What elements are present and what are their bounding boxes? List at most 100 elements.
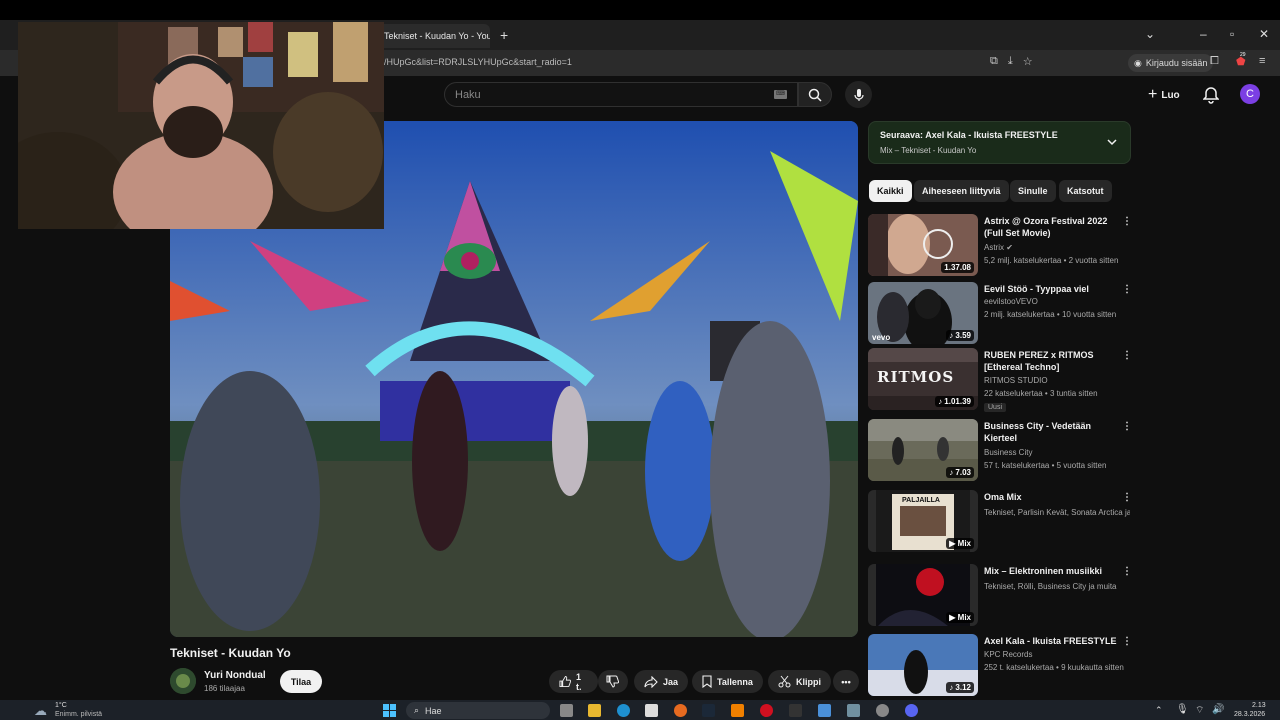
up-next-card[interactable]: Seuraava: Axel Kala - Ikuista FREESTYLE … xyxy=(868,121,1131,164)
steam-icon[interactable] xyxy=(702,704,715,717)
search-input[interactable]: Haku ⌨ xyxy=(444,82,798,107)
clip-button[interactable]: Klippi xyxy=(768,670,831,693)
weather-temperature: 1°C xyxy=(55,702,67,709)
search-button[interactable] xyxy=(798,82,832,107)
clock-date[interactable]: 28.3.2026 xyxy=(1234,711,1265,718)
minimize-icon[interactable]: – xyxy=(1200,27,1207,41)
url-text[interactable]: /HUpGc&list=RDRJLSLYHUpGc&start_radio=1 xyxy=(384,57,572,67)
keyboard-icon[interactable]: ⌨ xyxy=(774,90,787,99)
recommendation-channel: Tekniset, Rölli, Business City ja muita xyxy=(984,582,1117,591)
more-vertical-icon[interactable]: ⋮ xyxy=(1122,566,1132,577)
browser-tab[interactable]: Tekniset - Kuudan Yo - You ✕ xyxy=(378,24,490,48)
store-icon[interactable] xyxy=(645,704,658,717)
download-icon[interactable]: ⤓ xyxy=(1008,55,1013,68)
like-count: 1 t. xyxy=(576,671,582,692)
browser-menu-icon[interactable]: ≡ xyxy=(1259,55,1265,67)
chip-related[interactable]: Aiheeseen liittyviä xyxy=(914,180,1009,202)
verified-icon: ✔ xyxy=(1006,243,1013,252)
list-item[interactable]: ▶ Mix Mix – Elektroninen musiikki Teknis… xyxy=(868,564,1132,628)
recommendation-meta: 57 t. katselukertaa • 5 vuotta sitten xyxy=(984,461,1107,470)
weather-description: Enimm. pilvistä xyxy=(55,711,103,718)
video-thumbnail[interactable]: 1.37.08 xyxy=(868,214,978,276)
list-item[interactable]: ♪ 3.12 Axel Kala - Ikuista FREESTYLE KPC… xyxy=(868,634,1132,696)
vlc-icon[interactable] xyxy=(731,704,744,717)
video-thumbnail[interactable]: ♪ 7.03 xyxy=(868,419,978,481)
microphone-icon xyxy=(853,88,864,101)
tray-chevron-icon[interactable]: ⌃ xyxy=(1155,705,1163,716)
weather-cloud-icon[interactable]: ☁ xyxy=(34,703,47,719)
plus-icon: + xyxy=(1148,86,1158,103)
recommendation-title: Astrix @ Ozora Festival 2022 (Full Set M… xyxy=(984,216,1108,238)
clock-time[interactable]: 2.13 xyxy=(1252,702,1266,709)
create-button[interactable]: + Luo xyxy=(1148,83,1180,107)
network-icon[interactable]: ⌔ xyxy=(1195,704,1204,717)
ritmos-logo: RITMOS xyxy=(877,368,955,386)
list-item[interactable]: ♪ 7.03 Business City - Vedetään Kierteel… xyxy=(868,419,1132,483)
more-vertical-icon[interactable]: ⋮ xyxy=(1122,636,1132,647)
terminal-icon[interactable] xyxy=(789,704,802,717)
recommendation-channel: Business City xyxy=(984,448,1033,457)
signin-button[interactable]: ◉ Kirjaudu sisään xyxy=(1128,54,1214,72)
more-vertical-icon[interactable]: ⋮ xyxy=(1122,350,1132,361)
bookmark-star-icon[interactable]: ☆ xyxy=(1023,55,1033,68)
file-explorer-icon[interactable] xyxy=(588,704,601,717)
opera-icon[interactable] xyxy=(760,704,773,717)
microphone-tray-icon[interactable]: 🎙 xyxy=(1176,704,1189,715)
edge-browser-icon[interactable] xyxy=(617,704,630,717)
more-vertical-icon[interactable]: ⋮ xyxy=(1122,492,1132,503)
windows-start-icon[interactable] xyxy=(383,704,396,717)
new-tab-icon[interactable]: + xyxy=(500,27,508,43)
save-button[interactable]: Tallenna xyxy=(692,670,763,693)
up-next-subtitle: Mix – Tekniset - Kuudan Yo xyxy=(880,146,977,155)
extensions-icon[interactable]: ⧠ xyxy=(1210,55,1219,68)
like-button[interactable]: 1 t. xyxy=(549,670,598,693)
list-item[interactable]: RITMOS ♪ 1.01.39 RUBEN PEREZ x RITMOS [E… xyxy=(868,348,1132,414)
share-button[interactable]: Jaa xyxy=(634,670,689,693)
chevron-down-icon[interactable] xyxy=(1106,136,1118,148)
list-item[interactable]: PALJAILLA ▶ Mix Oma Mix Tekniset, Parlis… xyxy=(868,490,1132,554)
more-vertical-icon[interactable]: ⋮ xyxy=(1122,284,1132,295)
video-thumbnail[interactable]: vevo ♪ 3.59 xyxy=(868,282,978,344)
more-actions-button[interactable]: ••• xyxy=(833,670,859,693)
photos-icon[interactable] xyxy=(818,704,831,717)
vevo-logo: vevo xyxy=(872,333,891,342)
recommendation-channel: eevilstooVEVO xyxy=(984,297,1038,306)
notifications-bell-icon[interactable] xyxy=(1203,86,1219,104)
install-app-icon[interactable]: ⧉ xyxy=(990,55,998,68)
mix-thumbnail[interactable]: PALJAILLA ▶ Mix xyxy=(868,490,978,552)
recommendation-channel: Astrix ✔ xyxy=(984,243,1013,252)
volume-icon[interactable]: 🔊 xyxy=(1212,704,1224,715)
chip-for-you[interactable]: Sinulle xyxy=(1010,180,1056,202)
channel-name[interactable]: Yuri Nondual xyxy=(204,670,266,681)
window-close-icon[interactable]: ✕ xyxy=(1259,27,1269,41)
voice-search-button[interactable] xyxy=(845,81,872,108)
chip-watched[interactable]: Katsotut xyxy=(1059,180,1112,202)
firefox-icon[interactable] xyxy=(674,704,687,717)
maximize-icon[interactable]: ▫ xyxy=(1230,27,1234,41)
taskbar-search[interactable]: ⌕ Hae xyxy=(406,702,550,719)
dislike-button[interactable] xyxy=(598,670,628,693)
discord-icon[interactable] xyxy=(905,704,918,717)
recommendation-meta: 22 katselukertaa • 3 tuntia sitten xyxy=(984,389,1098,398)
recommendation-title: Eevil Stöö - Tyyppaa viel xyxy=(984,284,1089,294)
list-item[interactable]: 1.37.08 Astrix @ Ozora Festival 2022 (Fu… xyxy=(868,214,1132,278)
tab-list-chevron-icon[interactable]: ⌄ xyxy=(1145,27,1155,41)
mix-badge: ▶ Mix xyxy=(946,538,974,549)
obs-icon[interactable] xyxy=(876,704,889,717)
video-thumbnail[interactable]: ♪ 3.12 xyxy=(868,634,978,696)
task-view-icon[interactable] xyxy=(560,704,573,717)
video-thumbnail[interactable]: RITMOS ♪ 1.01.39 xyxy=(868,348,978,410)
list-item[interactable]: vevo ♪ 3.59 Eevil Stöö - Tyyppaa viel ee… xyxy=(868,282,1132,344)
address-bar-icons: ⧉ ⤓ ☆ xyxy=(990,55,1033,68)
more-vertical-icon[interactable]: ⋮ xyxy=(1122,421,1132,432)
account-avatar[interactable]: C xyxy=(1240,84,1260,104)
channel-avatar[interactable] xyxy=(170,668,196,694)
subscribe-button[interactable]: Tilaa xyxy=(280,670,322,693)
recommendation-title: Oma Mix xyxy=(984,492,1022,502)
more-vertical-icon[interactable]: ⋮ xyxy=(1122,216,1132,227)
chip-all[interactable]: Kaikki xyxy=(869,180,912,202)
create-label: Luo xyxy=(1161,89,1180,101)
mix-thumbnail[interactable]: ▶ Mix xyxy=(868,564,978,626)
app-icon[interactable] xyxy=(847,704,860,717)
thumbs-down-icon xyxy=(606,675,619,688)
